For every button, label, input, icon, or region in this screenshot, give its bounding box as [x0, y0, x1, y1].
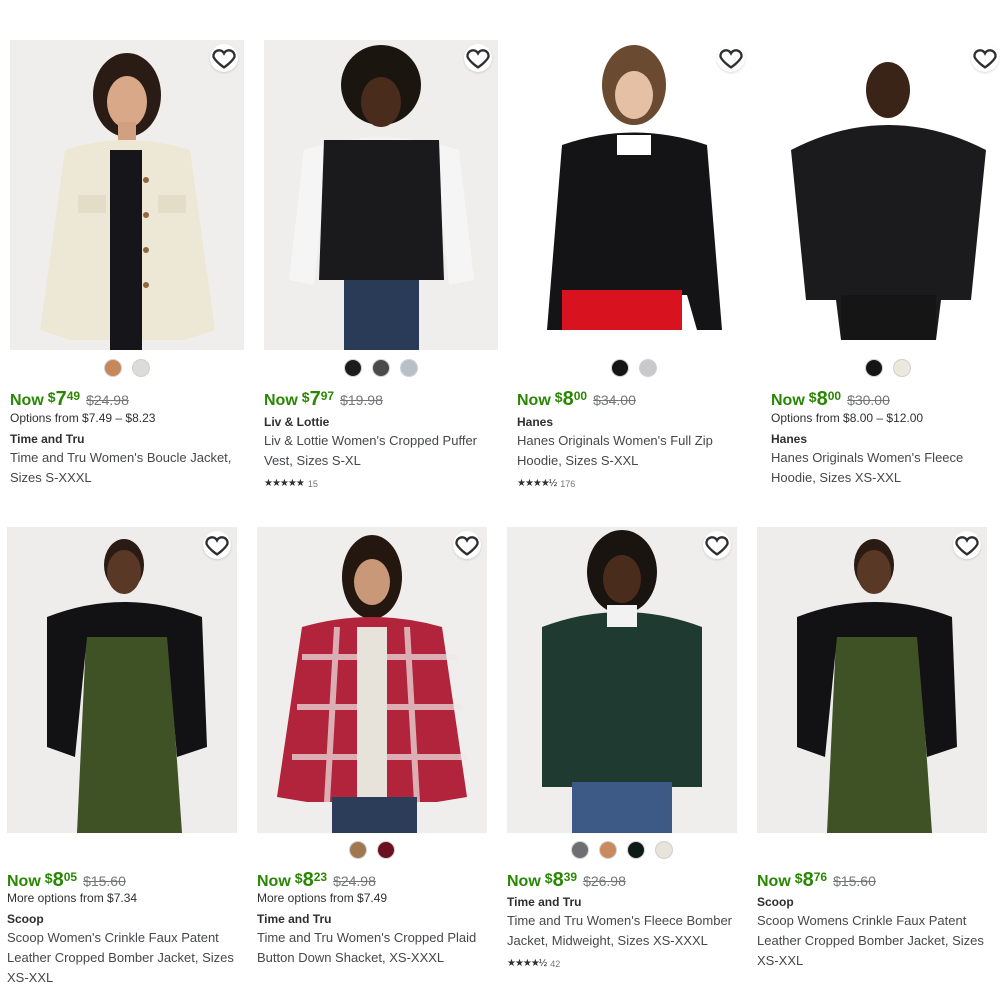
product-title[interactable]: Scoop Womens Crinkle Faux Patent Leather… — [757, 911, 985, 971]
favorite-heart-icon[interactable] — [953, 531, 981, 559]
color-swatches — [264, 359, 498, 381]
color-swatches — [257, 841, 487, 863]
product-image[interactable] — [7, 527, 237, 833]
star-icon: ★★★★½ — [517, 478, 557, 489]
color-swatches — [517, 359, 751, 381]
product-photo-green-fleece-bomber — [507, 527, 737, 833]
product-title[interactable]: Hanes Originals Women's Full Zip Hoodie,… — [517, 431, 745, 471]
price: Now $805 $15.60 — [7, 869, 126, 891]
product-title[interactable]: Hanes Originals Women's Fleece Hoodie, S… — [771, 448, 999, 488]
product-photo-red-plaid-shacket — [257, 527, 487, 833]
price-options: Options from $8.00 – $12.00 — [771, 411, 924, 425]
color-swatch-1[interactable] — [571, 841, 589, 859]
product-photo-black-zip-hoodie — [517, 40, 751, 350]
favorite-heart-icon[interactable] — [453, 531, 481, 559]
favorite-heart-icon[interactable] — [717, 44, 745, 72]
color-swatch-1[interactable] — [344, 359, 362, 377]
brand-name: Scoop — [7, 912, 44, 926]
product-image[interactable] — [517, 40, 751, 350]
brand-name: Time and Tru — [507, 895, 582, 909]
brand-name: Hanes — [517, 415, 554, 429]
product-title[interactable]: Liv & Lottie Women's Cropped Puffer Vest… — [264, 431, 492, 471]
color-swatch-1[interactable] — [349, 841, 367, 859]
color-swatch-2[interactable] — [893, 359, 911, 377]
favorite-heart-icon[interactable] — [971, 44, 999, 72]
product-image[interactable] — [757, 527, 987, 833]
favorite-heart-icon[interactable] — [703, 531, 731, 559]
color-swatches — [10, 359, 244, 381]
color-swatch-2[interactable] — [132, 359, 150, 377]
brand-name: Scoop — [757, 895, 794, 909]
color-swatch-1[interactable] — [104, 359, 122, 377]
product-photo-black-fleece-hoodie — [771, 40, 1000, 350]
rating: ★★★★★ 15 — [264, 478, 318, 489]
brand-name: Time and Tru — [257, 912, 332, 926]
rating: ★★★★½ 176 — [517, 478, 576, 489]
price-options: Options from $7.49 – $8.23 — [10, 411, 156, 425]
brand-name: Liv & Lottie — [264, 415, 330, 429]
price: Now $797 $19.98 — [264, 388, 383, 410]
price-options: More options from $7.34 — [7, 891, 138, 905]
star-icon: ★★★★★ — [264, 478, 305, 489]
color-swatch-1[interactable] — [611, 359, 629, 377]
product-image[interactable] — [10, 40, 244, 350]
price: Now $839 $26.98 — [507, 869, 626, 891]
color-swatch-3[interactable] — [400, 359, 418, 377]
product-image[interactable] — [507, 527, 737, 833]
price: Now $800 $30.00 — [771, 388, 890, 410]
price: Now $876 $15.60 — [757, 869, 876, 891]
brand-name: Hanes — [771, 432, 808, 446]
color-swatches — [507, 841, 737, 863]
price: Now $749 $24.98 — [10, 388, 129, 410]
color-swatch-2[interactable] — [377, 841, 395, 859]
favorite-heart-icon[interactable] — [464, 44, 492, 72]
product-image[interactable] — [257, 527, 487, 833]
product-title[interactable]: Scoop Women's Crinkle Faux Patent Leathe… — [7, 928, 235, 988]
favorite-heart-icon[interactable] — [210, 44, 238, 72]
rating: ★★★★½ 42 — [507, 958, 561, 969]
product-photo-white-boucle-jacket — [10, 40, 244, 350]
star-icon: ★★★★½ — [507, 958, 547, 969]
color-swatch-1[interactable] — [865, 359, 883, 377]
product-title[interactable]: Time and Tru Women's Fleece Bomber Jacke… — [507, 911, 735, 951]
favorite-heart-icon[interactable] — [203, 531, 231, 559]
color-swatch-2[interactable] — [639, 359, 657, 377]
color-swatch-4[interactable] — [655, 841, 673, 859]
product-photo-black-patent-bomber — [7, 527, 237, 833]
color-swatch-2[interactable] — [599, 841, 617, 859]
product-grid: Now $749 $24.98 Options from $7.49 – $8.23… — [0, 0, 1000, 1000]
product-image[interactable] — [264, 40, 498, 350]
price-options: More options from $7.49 — [257, 891, 388, 905]
price: Now $823 $24.98 — [257, 869, 376, 891]
product-photo-black-puffer-vest — [264, 40, 498, 350]
color-swatch-3[interactable] — [627, 841, 645, 859]
color-swatch-2[interactable] — [372, 359, 390, 377]
color-swatches — [771, 359, 1000, 381]
product-title[interactable]: Time and Tru Women's Boucle Jacket, Size… — [10, 448, 238, 488]
product-title[interactable]: Time and Tru Women's Cropped Plaid Butto… — [257, 928, 485, 968]
brand-name: Time and Tru — [10, 432, 85, 446]
product-photo-black-patent-bomber — [757, 527, 987, 833]
price: Now $800 $34.00 — [517, 388, 636, 410]
product-image[interactable] — [771, 40, 1000, 350]
